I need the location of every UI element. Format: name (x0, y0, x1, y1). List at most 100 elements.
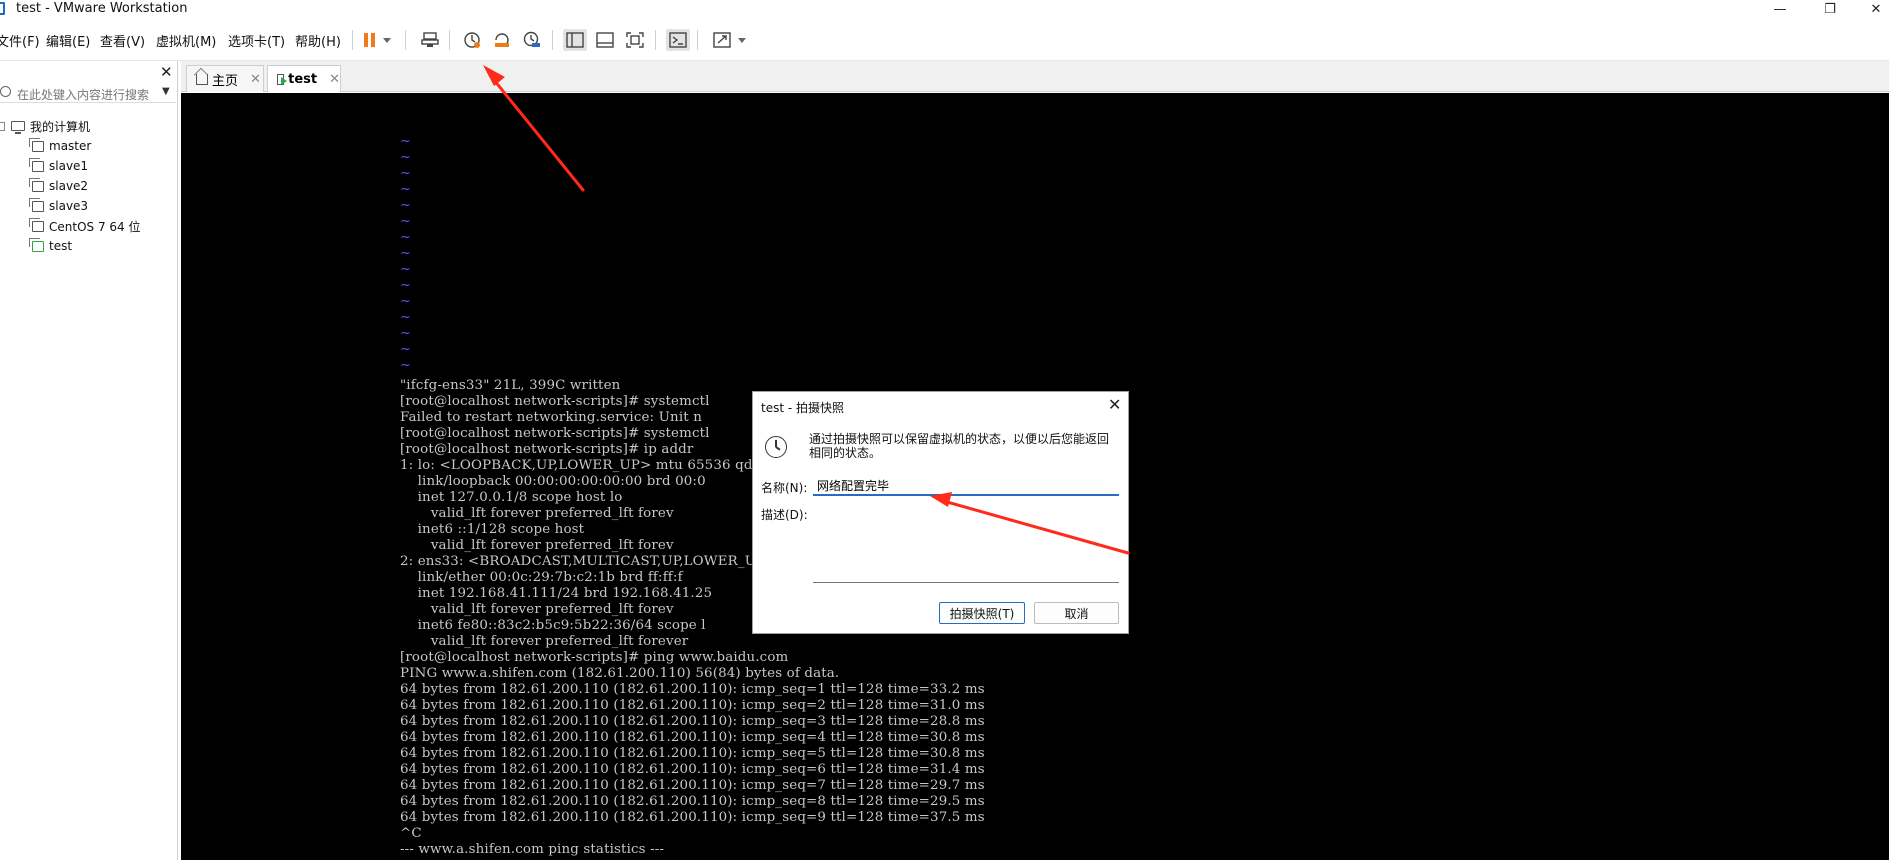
console-line: PING www.a.shifen.com (182.61.200.110) 5… (400, 666, 840, 681)
menu-toolbar: 文件(F) 编辑(E) 查看(V) 虚拟机(M) 选项卡(T) 帮助(H) (0, 19, 1889, 61)
tree-label: master (49, 139, 92, 153)
vim-tilde: ~ (400, 342, 411, 357)
console-line: valid_lft forever preferred_lft forev (400, 602, 674, 617)
send-ctrl-alt-del-icon[interactable] (418, 29, 442, 51)
console-view-icon[interactable] (666, 29, 690, 51)
tree-root-my-computer[interactable]: 我的计算机 (0, 117, 90, 135)
take-snapshot-dialog: test - 拍摄快照 ✕ 通过拍摄快照可以保留虚拟机的状态，以便以后您能返回相… (752, 391, 1129, 634)
console-line: 1: lo: <LOOPBACK,UP,LOWER_UP> mtu 65536 … (400, 458, 764, 473)
console-line: "ifcfg-ens33" 21L, 399C written (400, 378, 621, 393)
toolbar-separator (552, 30, 553, 50)
tree-item-slave2[interactable]: slave2 (29, 177, 89, 195)
chevron-down-icon[interactable]: ▼ (162, 86, 170, 97)
cancel-button[interactable]: 取消 (1034, 602, 1119, 624)
toolbar-separator (405, 30, 406, 50)
vm-icon (29, 177, 44, 192)
revert-snapshot-icon[interactable] (490, 29, 514, 51)
console-line: 64 bytes from 182.61.200.110 (182.61.200… (400, 762, 985, 777)
tree-label: slave2 (49, 179, 89, 193)
stretch-guest-icon[interactable] (710, 29, 734, 51)
vim-tilde: ~ (400, 150, 411, 165)
tree-label: CentOS 7 64 位 (49, 219, 141, 234)
toolbar-separator (352, 30, 353, 50)
vm-icon (29, 217, 44, 232)
collapse-icon[interactable] (0, 121, 5, 131)
pause-icon[interactable] (358, 29, 382, 51)
clock-icon (765, 436, 787, 458)
vmware-app-icon (0, 2, 5, 15)
tree-item-test[interactable]: test (29, 237, 72, 255)
menu-edit[interactable]: 编辑(E) (46, 31, 90, 50)
name-label: 名称(N): (761, 481, 808, 495)
tab-close-icon[interactable]: ✕ (250, 72, 261, 87)
menu-tabs[interactable]: 选项卡(T) (228, 31, 285, 50)
tab-home[interactable]: 主页 ✕ (186, 65, 264, 92)
tab-close-icon[interactable]: ✕ (329, 72, 340, 87)
vm-icon (29, 157, 44, 172)
tree-label: slave1 (49, 159, 89, 173)
thumbnail-bar-icon[interactable] (593, 29, 617, 51)
vm-icon (29, 137, 44, 152)
console-line: 64 bytes from 182.61.200.110 (182.61.200… (400, 794, 985, 809)
console-line: inet 127.0.0.1/8 scope host lo (400, 490, 623, 505)
fullscreen-icon[interactable] (623, 29, 647, 51)
library-pane: ✕ 在此处键入内容进行搜索 ▼ 我的计算机 master slave1 slav… (0, 61, 178, 860)
take-snapshot-button[interactable]: 拍摄快照(T) (939, 602, 1025, 624)
title-bar: test - VMware Workstation — ❐ ✕ (0, 0, 1889, 19)
library-search[interactable]: 在此处键入内容进行搜索 ▼ (0, 83, 176, 103)
tree-item-centos7[interactable]: CentOS 7 64 位 (29, 217, 141, 235)
snapshot-manager-icon[interactable] (520, 29, 544, 51)
running-vm-icon (277, 74, 288, 85)
console-line: 2: ens33: <BROADCAST,MULTICAST,UP,LOWER_… (400, 554, 777, 569)
vim-tilde: ~ (400, 230, 411, 245)
console-line: 64 bytes from 182.61.200.110 (182.61.200… (400, 810, 985, 825)
vim-tilde: ~ (400, 214, 411, 229)
tree-item-slave3[interactable]: slave3 (29, 197, 89, 215)
snapshot-name-input[interactable] (813, 476, 1119, 496)
snapshot-description-input[interactable] (813, 505, 1119, 583)
close-window-button[interactable]: ✕ (1853, 0, 1889, 19)
menu-help[interactable]: 帮助(H) (295, 31, 341, 50)
tree-item-slave1[interactable]: slave1 (29, 157, 89, 175)
dialog-title: test - 拍摄快照 (761, 401, 845, 415)
restore-button[interactable]: ❐ (1807, 0, 1853, 19)
vim-tilde: ~ (400, 326, 411, 341)
console-line: valid_lft forever preferred_lft forev (400, 506, 674, 521)
computer-icon (11, 121, 25, 134)
minimize-button[interactable]: — (1757, 0, 1803, 19)
library-view-icon[interactable] (563, 29, 587, 51)
console-line: valid_lft forever preferred_lft forev (400, 538, 674, 553)
menu-view[interactable]: 查看(V) (100, 31, 145, 50)
console-line: [root@localhost network-scripts]# system… (400, 394, 710, 409)
description-label: 描述(D): (761, 508, 808, 522)
console-line: ^C (400, 826, 422, 841)
console-line: valid_lft forever preferred_lft forever (400, 634, 689, 649)
take-snapshot-icon[interactable] (460, 29, 484, 51)
library-close-button[interactable]: ✕ (160, 63, 173, 81)
console-line: --- www.a.shifen.com ping statistics --- (400, 842, 665, 857)
tab-test[interactable]: test ✕ (267, 65, 341, 93)
tab-strip: 主页 ✕ test ✕ (181, 61, 1889, 93)
search-input[interactable]: 在此处键入内容进行搜索 (17, 86, 149, 103)
vim-tilde: ~ (400, 310, 411, 325)
dropdown-icon[interactable] (380, 29, 394, 51)
dialog-close-button[interactable]: ✕ (1108, 395, 1121, 414)
tab-label: test (288, 72, 318, 87)
vim-tilde: ~ (400, 358, 411, 373)
console-line: inet6 fe80::83c2:b5c9:5b22:36/64 scope l (400, 618, 706, 633)
vim-tilde: ~ (400, 134, 411, 149)
tree-item-master[interactable]: master (29, 137, 92, 155)
toolbar-separator (449, 30, 450, 50)
dropdown-icon[interactable] (735, 29, 749, 51)
console-line: inet6 ::1/128 scope host (400, 522, 585, 537)
tree-label: slave3 (49, 199, 89, 213)
menu-vm[interactable]: 虚拟机(M) (156, 31, 216, 50)
dialog-description: 通过拍摄快照可以保留虚拟机的状态，以便以后您能返回相同的状态。 (809, 432, 1110, 460)
vm-icon (29, 197, 44, 212)
search-icon (0, 86, 11, 97)
menu-file[interactable]: 文件(F) (0, 31, 40, 50)
tab-label: 主页 (212, 73, 239, 89)
console-line: link/ether 00:0c:29:7b:c2:1b brd ff:ff:f (400, 570, 683, 585)
console-line: 64 bytes from 182.61.200.110 (182.61.200… (400, 746, 985, 761)
vim-tilde: ~ (400, 198, 411, 213)
